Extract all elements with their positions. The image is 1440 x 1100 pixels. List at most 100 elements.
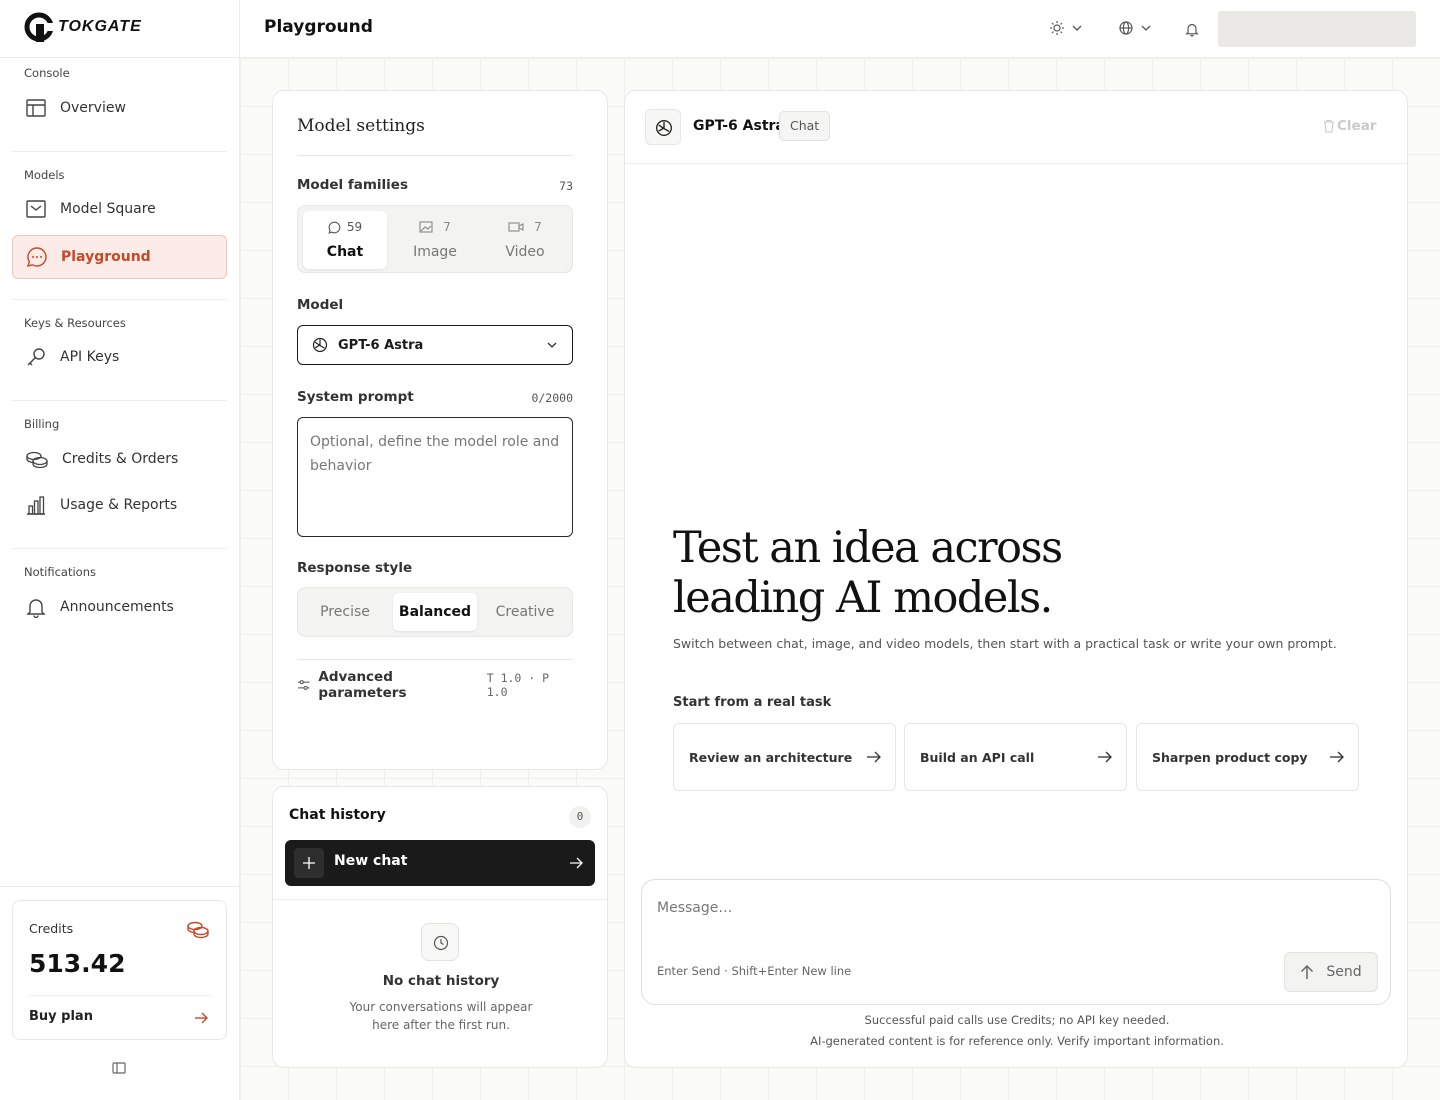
sidebar-divider — [12, 151, 227, 152]
plus-icon-wrap — [294, 848, 324, 878]
task-label: Review an architecture — [689, 749, 853, 765]
settings-divider — [297, 155, 573, 156]
sidebar-divider — [12, 299, 227, 300]
sidebar-item-label: Announcements — [60, 599, 174, 615]
mode-badge: Chat — [779, 111, 831, 141]
clear-button[interactable]: Clear — [1323, 118, 1376, 134]
sidebar-item-label: API Keys — [60, 349, 120, 365]
new-chat-button[interactable]: New chat — [285, 840, 595, 886]
chat-model-name: GPT-6 Astra — [693, 118, 785, 134]
tab-count: 7 — [443, 220, 451, 234]
chat-history-count: 0 — [569, 806, 591, 828]
style-creative[interactable]: Creative — [483, 593, 567, 631]
empty-history-desc-2: here after the first run. — [372, 1018, 510, 1032]
message-input[interactable]: Message… — [657, 900, 732, 916]
response-style-tabs: Precise Balanced Creative — [297, 587, 573, 637]
message-composer: Message… Enter Send · Shift+Enter New li… — [641, 879, 1391, 1005]
chat-bubble-icon — [26, 247, 47, 268]
model-families-label: Model families — [297, 177, 408, 193]
tokgate-logo-icon — [24, 12, 54, 42]
section-label-keys: Keys & Resources — [24, 316, 126, 330]
system-prompt-input[interactable]: Optional, define the model role and beha… — [297, 417, 573, 537]
family-tabs: 59 Chat 7 Image 7 Video — [297, 205, 573, 273]
video-icon — [508, 222, 524, 232]
section-label-console: Console — [24, 66, 70, 80]
task-card-review-architecture[interactable]: Review an architecture — [673, 723, 896, 791]
credits-card: Credits 513.42 Buy plan — [12, 900, 227, 1040]
arrow-right-icon — [570, 857, 583, 869]
sidebar-item-credits-orders[interactable]: Credits & Orders — [12, 437, 227, 481]
sidebar-item-api-keys[interactable]: API Keys — [12, 335, 227, 379]
model-families-count: 73 — [559, 179, 573, 193]
response-style-label: Response style — [297, 560, 413, 576]
trash-icon — [1324, 119, 1334, 133]
send-label: Send — [1326, 964, 1362, 980]
clear-label: Clear — [1337, 118, 1377, 134]
tab-count: 59 — [346, 220, 363, 234]
sidebar-item-model-square[interactable]: Model Square — [12, 187, 227, 231]
sidebar-divider — [12, 400, 227, 401]
sidebar-item-overview[interactable]: Overview — [12, 86, 227, 130]
task-card-build-api-call[interactable]: Build an API call — [904, 723, 1127, 791]
sidebar-divider — [0, 886, 239, 887]
task-label: Build an API call — [920, 749, 1035, 765]
sidebar-item-label: Playground — [61, 249, 151, 265]
chat-bubble-icon — [328, 221, 341, 234]
tab-image[interactable]: 7 Image — [393, 211, 477, 269]
bell-icon — [26, 599, 46, 618]
style-precise[interactable]: Precise — [303, 593, 387, 631]
sidebar-item-announcements[interactable]: Announcements — [12, 585, 227, 629]
style-balanced[interactable]: Balanced — [393, 593, 477, 631]
globe-icon — [1119, 21, 1133, 35]
credits-value: 513.42 — [29, 949, 126, 978]
empty-history-title: No chat history — [382, 973, 500, 989]
model-select-value: GPT-6 Astra — [338, 337, 424, 353]
settings-divider — [297, 659, 573, 660]
tab-video[interactable]: 7 Video — [483, 211, 567, 269]
notification-bell-icon[interactable] — [1184, 21, 1200, 37]
section-label-notifications: Notifications — [24, 565, 96, 579]
sliders-icon — [297, 680, 310, 690]
sidebar-item-label: Model Square — [60, 201, 156, 217]
footer-note-2: AI-generated content is for reference on… — [810, 1034, 1224, 1048]
task-card-sharpen-product-copy[interactable]: Sharpen product copy — [1136, 723, 1359, 791]
brand-logo[interactable]: TOKGATE — [24, 12, 142, 42]
advanced-parameters-label: Advanced parameters — [318, 669, 407, 701]
arrow-right-icon — [867, 751, 881, 763]
tab-chat[interactable]: 59 Chat — [303, 211, 387, 269]
new-chat-label: New chat — [334, 853, 408, 869]
brand-name: TOKGATE — [58, 18, 142, 35]
sidebar-item-label: Credits & Orders — [62, 451, 179, 467]
send-button[interactable]: Send — [1284, 952, 1378, 992]
credits-label: Credits — [29, 921, 74, 936]
arrow-right-icon[interactable] — [193, 1010, 209, 1026]
chevron-down-icon — [547, 342, 557, 348]
openai-logo-icon — [656, 120, 672, 136]
advanced-parameters-toggle[interactable]: Advanced parameters T 1.0 · P 1.0 — [297, 669, 573, 701]
model-settings-card: Model settings Model families 73 59 Chat… — [272, 90, 608, 770]
arrow-up-icon — [1301, 964, 1314, 979]
inbox-icon — [26, 200, 46, 218]
tab-label: Chat — [326, 244, 364, 260]
buy-plan-link[interactable]: Buy plan — [29, 1009, 93, 1024]
section-label-models: Models — [24, 168, 65, 182]
user-profile-placeholder[interactable] — [1218, 11, 1416, 47]
sidebar-collapse-icon[interactable] — [112, 1061, 126, 1075]
hero-subtitle: Switch between chat, image, and video mo… — [673, 636, 1337, 651]
advanced-parameters-values: T 1.0 · P 1.0 — [486, 671, 550, 699]
language-selector[interactable] — [1118, 20, 1152, 36]
coins-icon — [26, 451, 48, 469]
sidebar-item-usage-reports[interactable]: Usage & Reports — [12, 483, 227, 527]
theme-toggle[interactable] — [1049, 20, 1083, 36]
sidebar-item-label: Overview — [60, 100, 126, 116]
model-select[interactable]: GPT-6 Astra — [297, 325, 573, 365]
sidebar-item-playground[interactable]: Playground — [12, 235, 227, 279]
settings-title: Model settings — [297, 116, 425, 136]
credits-divider — [29, 995, 211, 996]
task-label: Sharpen product copy — [1152, 749, 1308, 765]
input-hint: Enter Send · Shift+Enter New line — [657, 964, 852, 978]
hero-title-line-2: leading AI models. — [673, 573, 1053, 623]
sidebar-divider — [0, 57, 239, 58]
model-label: Model — [297, 297, 344, 313]
model-avatar — [645, 109, 681, 145]
